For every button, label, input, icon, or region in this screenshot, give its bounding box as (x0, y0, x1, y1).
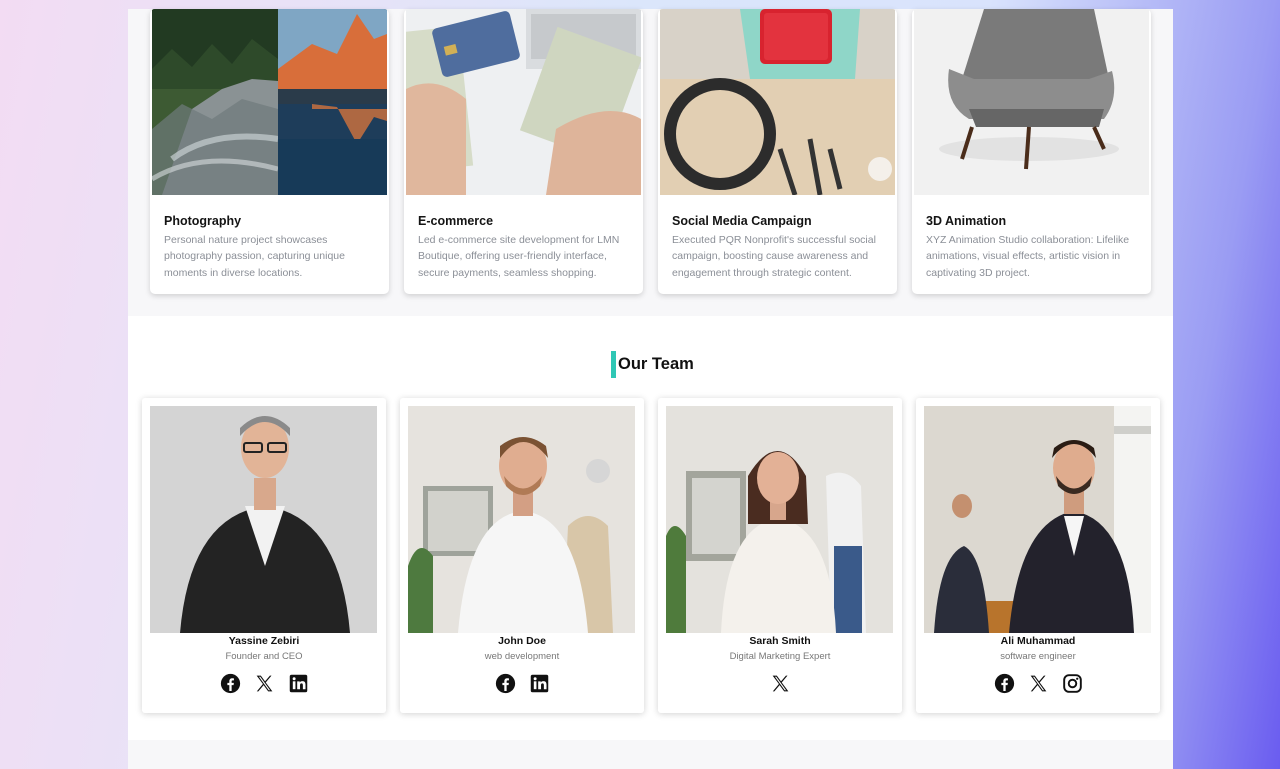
facebook-icon[interactable] (220, 673, 241, 694)
member-name: Ali Muhammad (1000, 635, 1076, 647)
x-icon[interactable] (770, 673, 791, 694)
x-icon[interactable] (1028, 673, 1049, 694)
team-member-photo (408, 406, 635, 633)
portfolio-description: Led e-commerce site development for LMN … (418, 234, 620, 279)
member-role: web development (484, 651, 560, 662)
facebook-icon[interactable] (495, 673, 516, 694)
member-role: Founder and CEO (225, 651, 303, 662)
team-heading: Our Team (611, 351, 694, 378)
instagram-icon[interactable] (1062, 673, 1083, 694)
team-member-photo (924, 406, 1151, 633)
team-member-photo (150, 406, 377, 633)
member-role: software engineer (1000, 651, 1076, 662)
member-name: John Doe (498, 635, 546, 647)
portfolio-card-photography[interactable]: Photography Personal nature project show… (150, 9, 389, 294)
portfolio-title: E-commerce (418, 214, 494, 228)
member-role: Digital Marketing Expert (729, 651, 831, 662)
social-links (658, 673, 902, 694)
social-links (400, 673, 644, 694)
team-card-yassine-zebiri: Yassine Zebiri Founder and CEO (142, 398, 386, 713)
portfolio-description: Executed PQR Nonprofit's successful soci… (672, 234, 876, 279)
gray-armchair-image (914, 9, 1149, 195)
heading-accent-bar (611, 351, 616, 378)
portfolio-title: 3D Animation (926, 214, 1007, 228)
influencer-ring-light-image (660, 9, 895, 195)
portfolio-card-social-media[interactable]: Social Media Campaign Executed PQR Nonpr… (658, 9, 897, 294)
linkedin-icon[interactable] (529, 673, 550, 694)
linkedin-icon[interactable] (288, 673, 309, 694)
portfolio-description: XYZ Animation Studio collaboration: Life… (926, 234, 1130, 279)
member-name: Sarah Smith (749, 635, 811, 647)
page-container: Photography Personal nature project show… (128, 9, 1173, 769)
portfolio-title: Photography (164, 214, 242, 228)
portfolio-section: Photography Personal nature project show… (128, 9, 1173, 316)
team-card-sarah-smith: Sarah Smith Digital Marketing Expert (658, 398, 902, 713)
team-card-john-doe: John Doe web development (400, 398, 644, 713)
member-name: Yassine Zebiri (228, 635, 300, 647)
credit-card-cash-image (406, 9, 641, 195)
x-icon[interactable] (254, 673, 275, 694)
team-heading-text: Our Team (618, 355, 694, 373)
nature-river-mountain-image (152, 9, 387, 195)
team-card-ali-muhammad: Ali Muhammad software engineer (916, 398, 1160, 713)
portfolio-title: Social Media Campaign (672, 214, 812, 228)
team-member-photo (666, 406, 893, 633)
portfolio-description: Personal nature project showcases photog… (164, 234, 345, 279)
portfolio-card-3d-animation[interactable]: 3D Animation XYZ Animation Studio collab… (912, 9, 1151, 294)
portfolio-card-ecommerce[interactable]: E-commerce Led e-commerce site developme… (404, 9, 643, 294)
social-links (916, 673, 1160, 694)
social-links (142, 673, 386, 694)
facebook-icon[interactable] (994, 673, 1015, 694)
next-section-band (128, 740, 1173, 769)
